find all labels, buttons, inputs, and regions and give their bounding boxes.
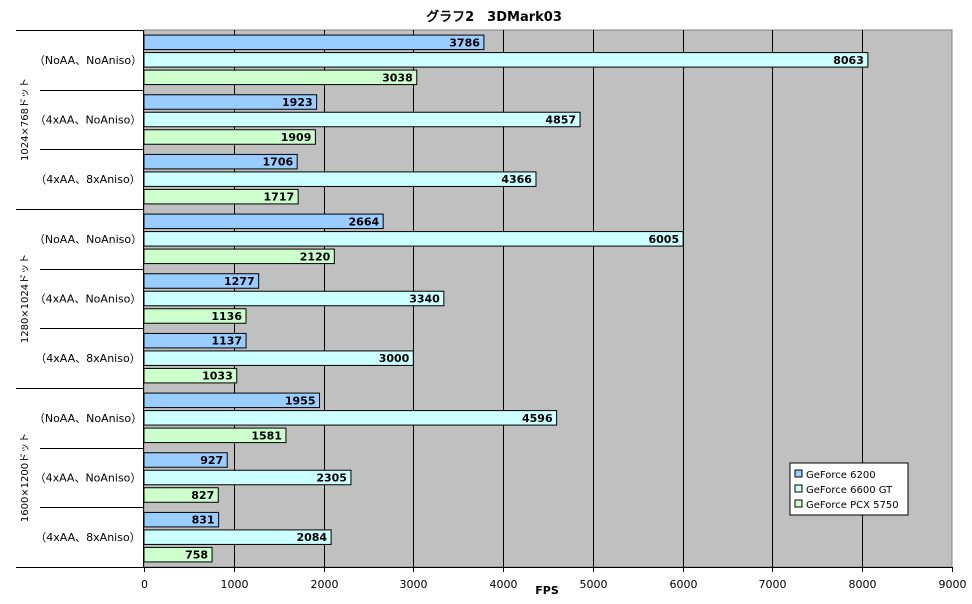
data-label: 1955 — [285, 394, 316, 407]
data-label: 1923 — [282, 96, 313, 109]
data-label: 4596 — [522, 412, 553, 425]
category-label: （4xAA、NoAniso） — [35, 293, 142, 306]
x-tick-label: 5000 — [580, 578, 608, 591]
data-label: 2084 — [296, 531, 327, 544]
bar — [143, 52, 869, 68]
group-label: 1280×1024ドット — [20, 254, 31, 343]
data-label: 927 — [200, 454, 223, 467]
bar — [143, 410, 558, 426]
data-label: 4366 — [501, 173, 532, 186]
category-label: （NoAA、NoAniso） — [34, 54, 142, 67]
data-label: 831 — [192, 514, 215, 527]
group-label: 1024×768ドット — [20, 78, 31, 161]
legend-label: GeForce 6600 GT — [806, 485, 893, 496]
x-tick-label: 8000 — [849, 578, 877, 591]
category-label: （4xAA、NoAniso） — [35, 472, 142, 485]
bar — [143, 231, 684, 247]
data-label: 1717 — [264, 191, 295, 204]
x-axis-title: FPS — [535, 584, 559, 597]
data-label: 2664 — [349, 215, 380, 228]
legend-label: GeForce 6200 — [806, 470, 876, 481]
x-tick-label: 0 — [141, 578, 148, 591]
data-label: 4857 — [545, 114, 576, 127]
data-label: 1136 — [211, 310, 242, 323]
data-label: 1706 — [263, 156, 294, 169]
category-label: （NoAA、NoAniso） — [34, 233, 142, 246]
data-label: 1909 — [281, 131, 312, 144]
category-label: （4xAA、8xAniso） — [35, 531, 140, 544]
bar-chart: グラフ2 3DMark03 3786 8063 3038 1923 4857 1909 170… — [16, 9, 967, 597]
legend-label: GeForce PCX 5750 — [806, 500, 899, 511]
data-label: 6005 — [648, 233, 679, 246]
chart-title: グラフ2 3DMark03 — [426, 9, 562, 25]
category-label: （NoAA、NoAniso） — [34, 412, 142, 425]
data-label: 2120 — [300, 250, 331, 263]
data-label: 1137 — [211, 335, 242, 348]
data-label: 2305 — [316, 472, 347, 485]
bar — [143, 213, 384, 230]
bar — [143, 111, 581, 128]
category-label: （4xAA、NoAniso） — [35, 114, 142, 127]
data-label: 1033 — [202, 370, 233, 383]
data-label: 827 — [191, 489, 214, 502]
category-label: （4xAA、8xAniso） — [35, 173, 140, 186]
bar — [143, 350, 414, 366]
x-tick-label: 3000 — [400, 578, 428, 591]
category-label: （4xAA、8xAniso） — [35, 352, 140, 365]
x-tick-label: 1000 — [221, 578, 249, 591]
legend-swatch — [794, 499, 803, 508]
data-label: 3786 — [449, 36, 480, 49]
bar — [143, 69, 418, 86]
bar — [143, 171, 537, 187]
bar — [143, 34, 485, 51]
x-tick-label: 2000 — [311, 578, 339, 591]
data-label: 8063 — [833, 54, 864, 67]
data-label: 3000 — [379, 352, 410, 365]
data-label: 3340 — [409, 293, 440, 306]
data-label: 758 — [185, 549, 208, 562]
data-label: 1277 — [224, 275, 255, 288]
x-tick-label: 6000 — [670, 578, 698, 591]
legend-swatch — [794, 469, 803, 478]
data-label: 1581 — [251, 429, 282, 442]
bar — [143, 290, 445, 307]
data-label: 3038 — [382, 71, 413, 84]
x-tick-label: 4000 — [490, 578, 518, 591]
group-label: 1600×1200ドット — [20, 433, 31, 522]
x-tick-label: 7000 — [759, 578, 787, 591]
x-tick-label: 9000 — [939, 578, 967, 591]
legend-swatch — [794, 484, 803, 493]
